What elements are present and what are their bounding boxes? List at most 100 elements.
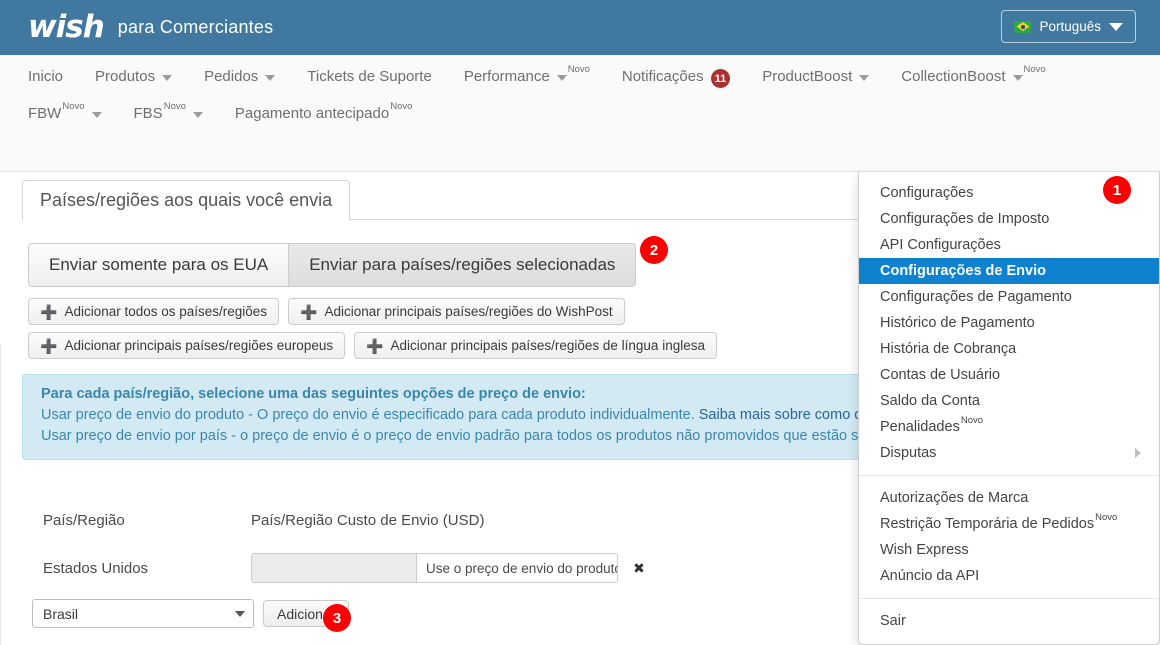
toggle-label: Enviar para países/regiões selecionadas bbox=[309, 255, 616, 274]
brazil-flag-icon bbox=[1014, 20, 1032, 33]
nav-label: Notificações bbox=[621, 68, 704, 85]
nav-label: FBS bbox=[133, 105, 163, 122]
app-root: wish para Comerciantes Português Inicio … bbox=[0, 0, 1160, 645]
menu-item-autorizacoes-de-marca[interactable]: Autorizações de Marca bbox=[859, 485, 1159, 511]
select-value: Use o preço de envio do produto bbox=[426, 560, 618, 576]
shipping-price-option-select[interactable]: Use o preço de envio do produto bbox=[416, 553, 618, 583]
menu-item-sair[interactable]: Sair bbox=[859, 608, 1159, 634]
chevron-right-icon bbox=[1135, 448, 1141, 458]
menu-divider bbox=[859, 475, 1159, 476]
nav-item-produtos[interactable]: Produtos bbox=[95, 63, 173, 85]
new-badge: Novo bbox=[62, 101, 85, 112]
nav-item-tickets-de-suporte[interactable]: Tickets de Suporte bbox=[307, 63, 432, 85]
shipping-cost-input[interactable] bbox=[251, 553, 416, 583]
tab-paises-regioes[interactable]: Países/regiões aos quais você envia bbox=[22, 180, 351, 221]
menu-item-label: Contas de Usuário bbox=[880, 367, 1001, 383]
menu-item-wish-express[interactable]: Wish Express bbox=[859, 537, 1159, 563]
nav-label: ProductBoost bbox=[762, 68, 853, 85]
menu-group-brand: Autorizações de Marca Restrição Temporár… bbox=[859, 485, 1159, 589]
menu-item-contas-de-usuario[interactable]: Contas de Usuário bbox=[859, 362, 1159, 388]
step-badge-2: 2 bbox=[640, 236, 668, 264]
menu-item-label: Configurações de Pagamento bbox=[880, 289, 1072, 305]
nav-item-pedidos[interactable]: Pedidos bbox=[204, 63, 276, 85]
menu-item-configuracoes-de-envio[interactable]: Configurações de Envio bbox=[859, 258, 1159, 284]
plus-icon: ➕ bbox=[366, 337, 384, 354]
menu-item-anuncio-da-api[interactable]: Anúncio da API bbox=[859, 563, 1159, 589]
button-label: Adicionar todos os países/regiões bbox=[64, 304, 268, 319]
plus-icon: ➕ bbox=[40, 303, 58, 320]
add-wishpost-countries-button[interactable]: ➕ Adicionar principais países/regiões do… bbox=[288, 298, 625, 325]
menu-item-historia-de-cobranca[interactable]: História de Cobrança bbox=[859, 336, 1159, 362]
chevron-down-icon bbox=[235, 610, 245, 617]
menu-item-saldo-da-conta[interactable]: Saldo da Conta bbox=[859, 388, 1159, 414]
new-badge: Novo bbox=[163, 101, 186, 112]
nav-label: FBW bbox=[28, 105, 62, 122]
brand-tagline: para Comerciantes bbox=[117, 17, 274, 37]
country-select[interactable]: Brasil bbox=[32, 599, 254, 628]
chevron-down-icon bbox=[1012, 75, 1023, 81]
toggle-ship-usa-only[interactable]: Enviar somente para os EUA bbox=[28, 243, 290, 287]
menu-item-label: História de Cobrança bbox=[880, 341, 1017, 357]
menu-item-configuracoes-de-imposto[interactable]: Configurações de Imposto bbox=[859, 206, 1159, 232]
menu-item-historico-de-pagamento[interactable]: Histórico de Pagamento bbox=[859, 310, 1159, 336]
row-country-name: Estados Unidos bbox=[43, 559, 149, 577]
add-european-countries-button[interactable]: ➕ Adicionar principais países/regiões eu… bbox=[28, 332, 346, 359]
nav-item-pagamento-antecipado[interactable]: Pagamento antecipado Novo bbox=[235, 100, 412, 122]
bulk-add-buttons: ➕ Adicionar todos os países/regiões ➕ Ad… bbox=[28, 298, 726, 366]
nav-item-fbs[interactable]: FBS Novo bbox=[134, 100, 203, 122]
menu-item-restricao-temporaria-de-pedidos[interactable]: Restrição Temporária de Pedidos Novo bbox=[859, 511, 1159, 537]
language-selector[interactable]: Português bbox=[1001, 10, 1136, 43]
menu-item-label: Sair bbox=[880, 613, 906, 629]
menu-item-label: Saldo da Conta bbox=[880, 393, 980, 409]
info-line-1-text: Usar preço de envio do produto - O preço… bbox=[41, 407, 699, 423]
chevron-down-icon bbox=[265, 75, 276, 81]
wish-logo[interactable]: wish bbox=[28, 12, 105, 43]
toggle-label: Enviar somente para os EUA bbox=[49, 255, 269, 274]
nav-label: Pedidos bbox=[204, 68, 259, 85]
menu-item-disputas[interactable]: Disputas bbox=[859, 440, 1159, 466]
add-all-countries-button[interactable]: ➕ Adicionar todos os países/regiões bbox=[28, 298, 280, 325]
nav-item-notificacoes[interactable]: Notificações 11 bbox=[621, 63, 731, 88]
menu-group-logout: Sair bbox=[859, 608, 1159, 634]
menu-item-label: Configurações bbox=[880, 185, 974, 201]
remove-country-button[interactable]: ✖ bbox=[625, 553, 653, 583]
nav-item-fbw[interactable]: FBW Novo bbox=[28, 100, 102, 122]
menu-item-configuracoes-de-pagamento[interactable]: Configurações de Pagamento bbox=[859, 284, 1159, 310]
nav-item-collectionboost[interactable]: CollectionBoost Novo bbox=[901, 63, 1045, 85]
bulk-add-row-1: ➕ Adicionar todos os países/regiões ➕ Ad… bbox=[28, 298, 726, 325]
nav-row-primary: Inicio Produtos Pedidos Tickets de Supor… bbox=[28, 63, 1078, 88]
menu-item-label: Restrição Temporária de Pedidos bbox=[880, 516, 1095, 532]
nav-label: Pagamento antecipado bbox=[234, 105, 390, 122]
chevron-down-icon bbox=[162, 75, 173, 81]
menu-item-penalidades[interactable]: Penalidades Novo bbox=[859, 414, 1159, 440]
content-left-border bbox=[0, 344, 1, 645]
nav-label: Tickets de Suporte bbox=[307, 68, 432, 85]
menu-item-label: Autorizações de Marca bbox=[880, 490, 1029, 506]
menu-item-label: Disputas bbox=[880, 445, 937, 461]
brand-header: wish para Comerciantes Português bbox=[0, 0, 1160, 55]
chevron-down-icon bbox=[859, 75, 870, 81]
menu-item-label: Histórico de Pagamento bbox=[880, 315, 1035, 331]
nav-item-performance[interactable]: Performance Novo bbox=[464, 63, 590, 85]
chevron-down-icon bbox=[1109, 22, 1123, 31]
language-label: Português bbox=[1039, 19, 1101, 34]
menu-divider bbox=[859, 598, 1159, 599]
button-label: Adicionar principais países/regiões euro… bbox=[64, 338, 334, 353]
menu-item-label: Wish Express bbox=[880, 542, 969, 558]
menu-item-label: Configurações de Imposto bbox=[880, 211, 1050, 227]
toggle-ship-selected-countries[interactable]: Enviar para países/regiões selecionadas bbox=[289, 243, 637, 287]
new-badge: Novo bbox=[1095, 512, 1118, 523]
menu-item-label: Configurações de Envio bbox=[880, 263, 1046, 279]
add-english-speaking-countries-button[interactable]: ➕ Adicionar principais países/regiões de… bbox=[354, 332, 717, 359]
menu-item-api-configuracoes[interactable]: API Configurações bbox=[859, 232, 1159, 258]
nav-label: CollectionBoost bbox=[901, 68, 1006, 85]
menu-item-label: Penalidades bbox=[880, 419, 960, 435]
nav-item-productboost[interactable]: ProductBoost bbox=[762, 63, 870, 85]
notification-count-badge: 11 bbox=[710, 69, 731, 88]
nav-item-inicio[interactable]: Inicio bbox=[28, 63, 63, 85]
nav-row-secondary: FBW Novo FBS Novo Pagamento antecipado N… bbox=[28, 100, 444, 122]
chevron-down-icon bbox=[556, 75, 567, 81]
menu-item-label: Anúncio da API bbox=[880, 568, 980, 584]
button-label: Adicionar principais países/regiões de l… bbox=[390, 338, 705, 353]
nav-label: Produtos bbox=[95, 68, 156, 85]
